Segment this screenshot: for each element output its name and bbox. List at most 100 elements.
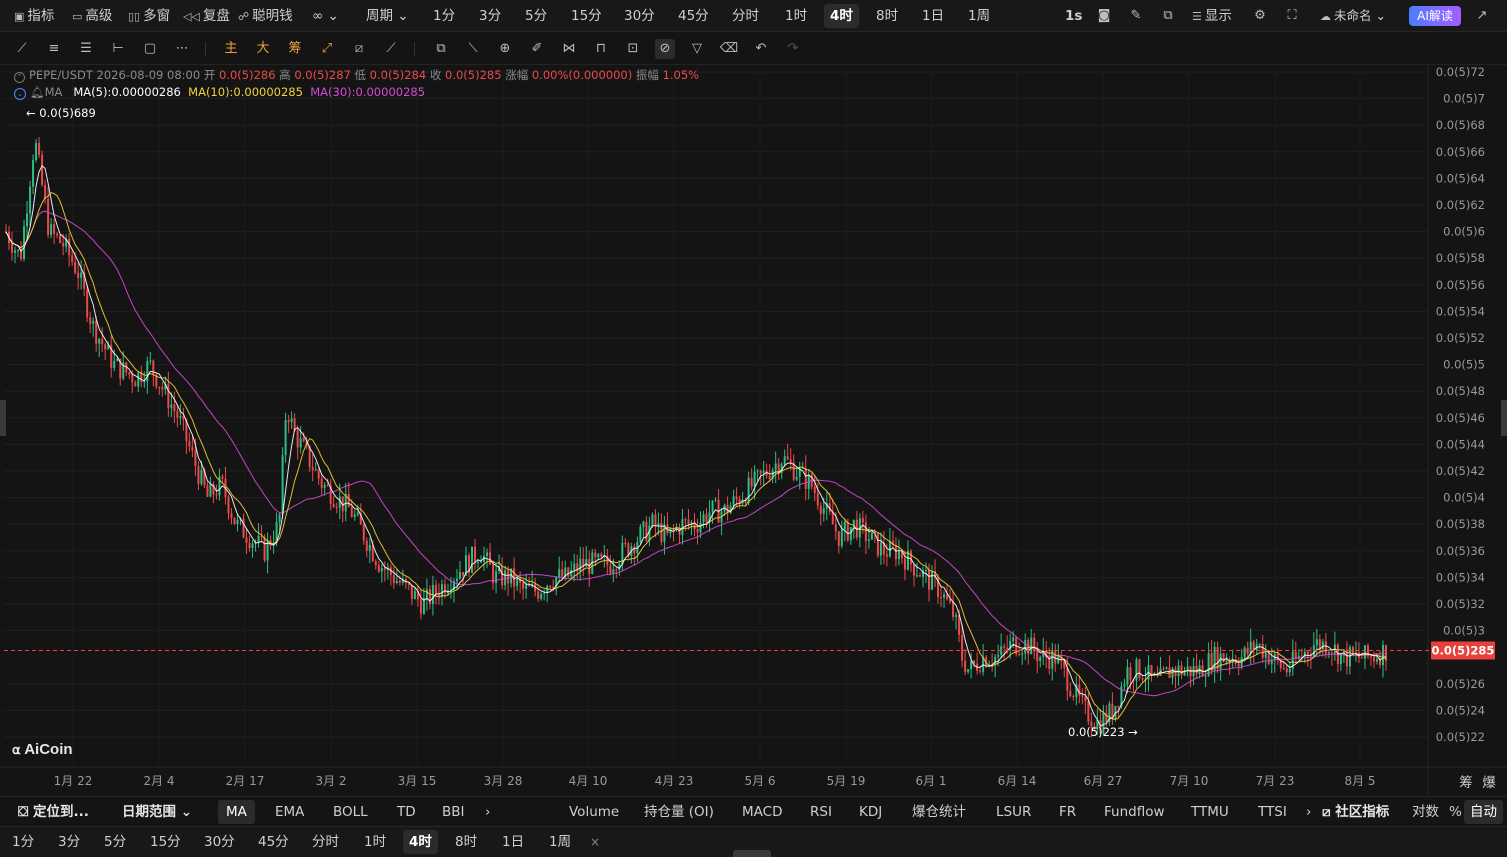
magic-icon[interactable]: ⤢ — [317, 39, 337, 59]
settings-icon[interactable]: ⚙ — [1250, 0, 1270, 32]
indicator-bbi[interactable]: BBI — [442, 797, 465, 827]
delete-icon[interactable]: ⌫ — [719, 39, 739, 59]
auto-scale-toggle[interactable]: 自动 — [1464, 800, 1503, 824]
rectangle-icon[interactable]: ▢ — [140, 39, 160, 59]
sub-kdj[interactable]: KDJ — [859, 797, 882, 827]
ma30-line — [5, 210, 1386, 697]
sub-volume[interactable]: Volume — [569, 797, 619, 827]
bottom-period-8h[interactable]: 8时 — [449, 830, 483, 854]
smart-money-button[interactable]: ☍ 聪明钱 — [238, 0, 293, 32]
bottom-period-5m[interactable]: 5分 — [98, 830, 132, 854]
trend-line-icon[interactable]: ⟋ — [12, 39, 32, 59]
indicator-boll[interactable]: BOLL — [333, 797, 368, 827]
bottom-period-timeshare[interactable]: 分时 — [306, 830, 345, 854]
export-icon[interactable]: ⧉ — [1158, 0, 1178, 32]
filter-icon[interactable]: ▽ — [687, 39, 707, 59]
layout-name-dropdown[interactable]: ☁ 未命名 ⌄ — [1320, 0, 1386, 32]
sub-oi[interactable]: 持仓量 (OI) — [644, 797, 714, 827]
log-scale-toggle[interactable]: 对数 — [1412, 797, 1439, 827]
date-range-button[interactable]: 日期范围 ⌄ — [122, 797, 192, 827]
locate-button[interactable]: ⛋ 定位到... — [18, 797, 89, 827]
period-30m[interactable]: 30分 — [618, 4, 661, 28]
edit-icon[interactable]: ✎ — [1126, 0, 1146, 32]
brush-icon[interactable]: ✐ — [527, 39, 547, 59]
collapse-icon[interactable]: ⌃ — [14, 72, 25, 83]
period-dropdown[interactable]: 周期 ⌄ — [366, 0, 409, 32]
dots-line-icon[interactable]: ⋯ — [172, 39, 192, 59]
period-1m[interactable]: 1分 — [427, 4, 461, 28]
community-indicators-button[interactable]: ⧄ 社区指标 — [1322, 797, 1389, 827]
indicator-ma[interactable]: MA — [218, 800, 255, 824]
multi-window-button[interactable]: ▯▯ 多窗 — [128, 0, 170, 32]
sub-fundflow[interactable]: Fundflow — [1104, 797, 1165, 827]
period-1w[interactable]: 1周 — [962, 4, 996, 28]
copy-icon[interactable]: ⧉ — [431, 39, 451, 59]
bottom-period-15m[interactable]: 15分 — [144, 830, 187, 854]
bottom-period-4h[interactable]: 4时 — [403, 830, 438, 854]
percent-toggle[interactable]: % — [1449, 797, 1462, 827]
redo-icon[interactable]: ↷ — [783, 39, 803, 59]
measure-icon[interactable]: ⟋ — [381, 39, 401, 59]
left-collapse-handle[interactable] — [0, 400, 6, 436]
indicator-td[interactable]: TD — [397, 797, 416, 827]
sub-rsi[interactable]: RSI — [810, 797, 832, 827]
period-1h[interactable]: 1时 — [779, 4, 813, 28]
indicators-button[interactable]: ▣ 指标 — [14, 0, 54, 32]
bell-icon[interactable]: 🔔︎ — [30, 85, 45, 99]
panel-drag-handle[interactable] — [733, 850, 771, 857]
sub-macd[interactable]: MACD — [742, 797, 782, 827]
sub-lsur[interactable]: LSUR — [996, 797, 1031, 827]
sub-more-icon[interactable]: › — [1306, 797, 1311, 827]
bottom-period-45m[interactable]: 45分 — [252, 830, 295, 854]
right-collapse-handle[interactable] — [1501, 400, 1507, 436]
parallel-lines-icon[interactable]: ≡ — [44, 39, 64, 59]
bottom-period-1m[interactable]: 1分 — [6, 830, 40, 854]
chip-icon[interactable]: 筹 — [285, 39, 305, 59]
refresh-rate[interactable]: 1s — [1065, 0, 1082, 32]
share-icon[interactable]: ↗ — [1472, 0, 1492, 32]
main-more-icon[interactable]: › — [485, 797, 490, 827]
sub-fr[interactable]: FR — [1059, 797, 1076, 827]
period-8h[interactable]: 8时 — [870, 4, 904, 28]
fullscreen-icon[interactable]: ⛶ — [1282, 0, 1302, 32]
large-icon[interactable]: 大 — [253, 39, 273, 59]
bottom-period-1d[interactable]: 1日 — [496, 830, 530, 854]
candle-body — [997, 654, 1000, 657]
period-15m[interactable]: 15分 — [565, 4, 608, 28]
magnet-icon[interactable]: ⋈ — [559, 39, 579, 59]
period-45m[interactable]: 45分 — [672, 4, 715, 28]
link-icon[interactable]: ⊘ — [655, 39, 675, 59]
price-chart[interactable]: 0.0(5)72 0.0(5)7 0.0(5)68 0.0(5)66 0.0(5)64 0… — [0, 65, 1507, 795]
horizontal-lines-icon[interactable]: ☰ — [76, 39, 96, 59]
lock-icon[interactable]: ⊓ — [591, 39, 611, 59]
replay-button[interactable]: ◁◁ 复盘 — [183, 0, 230, 32]
period-3m[interactable]: 3分 — [473, 4, 507, 28]
transform-icon[interactable]: ⧄ — [349, 39, 369, 59]
sub-liquidation[interactable]: 爆仓统计 — [912, 797, 966, 827]
expand-icon[interactable]: ⌄ — [14, 88, 26, 100]
zoom-icon[interactable]: ⊕ — [495, 39, 515, 59]
visibility-icon[interactable]: ⊡ — [623, 39, 643, 59]
ray-icon[interactable]: ⊢ — [108, 39, 128, 59]
advanced-button[interactable]: ▭ 高级 — [72, 0, 112, 32]
display-button[interactable]: ☰ 显示 — [1192, 0, 1232, 32]
period-timeshare[interactable]: 分时 — [726, 4, 765, 28]
period-5m[interactable]: 5分 — [519, 4, 553, 28]
bottom-period-1w[interactable]: 1周 — [543, 830, 577, 854]
bottom-period-3m[interactable]: 3分 — [52, 830, 86, 854]
loop-icon[interactable]: ∞ ⌄ — [312, 0, 339, 32]
period-4h[interactable]: 4时 — [824, 4, 859, 28]
candlestick-chart[interactable]: 0.0(5)72 0.0(5)7 0.0(5)68 0.0(5)66 0.0(5)64 0… — [0, 65, 1507, 795]
undo-icon[interactable]: ↶ — [751, 39, 771, 59]
indicator-ema[interactable]: EMA — [275, 797, 304, 827]
sub-ttmu[interactable]: TTMU — [1191, 797, 1229, 827]
bottom-period-1h[interactable]: 1时 — [358, 830, 392, 854]
main-icon[interactable]: 主 — [221, 39, 241, 59]
camera-icon[interactable]: ◙ — [1094, 0, 1114, 32]
ruler-icon[interactable]: ⟍ — [463, 39, 483, 59]
close-icon[interactable]: × — [584, 830, 606, 854]
period-1d[interactable]: 1日 — [916, 4, 950, 28]
bottom-period-30m[interactable]: 30分 — [198, 830, 241, 854]
sub-ttsi[interactable]: TTSI — [1258, 797, 1287, 827]
ai-interpret-button[interactable]: AI解读 — [1409, 6, 1461, 26]
